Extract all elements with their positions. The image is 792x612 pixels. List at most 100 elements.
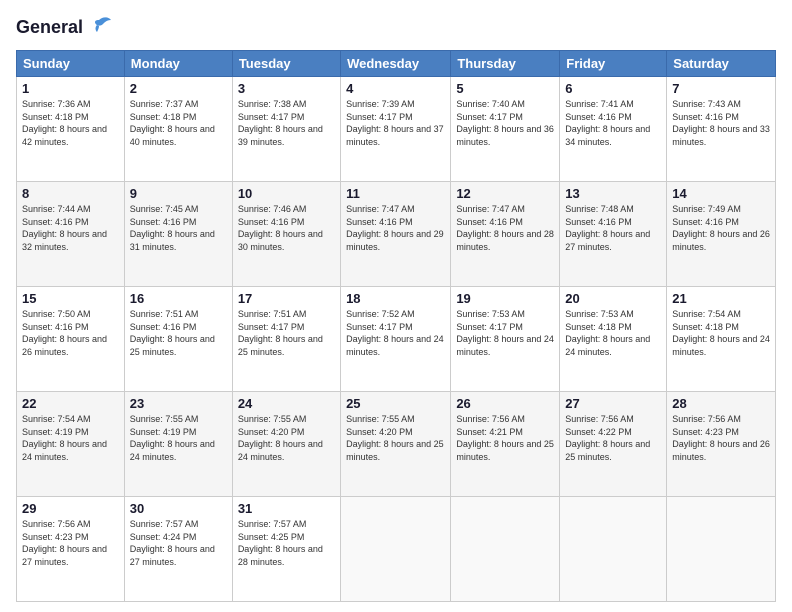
day-info: Sunrise: 7:50 AMSunset: 4:16 PMDaylight:… <box>22 309 107 357</box>
day-number: 24 <box>238 396 335 411</box>
table-row: 14 Sunrise: 7:49 AMSunset: 4:16 PMDaylig… <box>667 182 776 287</box>
table-row: 17 Sunrise: 7:51 AMSunset: 4:17 PMDaylig… <box>232 287 340 392</box>
day-number: 31 <box>238 501 335 516</box>
day-number: 30 <box>130 501 227 516</box>
table-row: 5 Sunrise: 7:40 AMSunset: 4:17 PMDayligh… <box>451 77 560 182</box>
day-info: Sunrise: 7:47 AMSunset: 4:16 PMDaylight:… <box>456 204 554 252</box>
table-row: 19 Sunrise: 7:53 AMSunset: 4:17 PMDaylig… <box>451 287 560 392</box>
day-info: Sunrise: 7:56 AMSunset: 4:23 PMDaylight:… <box>672 414 770 462</box>
table-row: 30 Sunrise: 7:57 AMSunset: 4:24 PMDaylig… <box>124 497 232 602</box>
day-info: Sunrise: 7:38 AMSunset: 4:17 PMDaylight:… <box>238 99 323 147</box>
col-saturday: Saturday <box>667 51 776 77</box>
day-number: 3 <box>238 81 335 96</box>
day-number: 23 <box>130 396 227 411</box>
day-info: Sunrise: 7:51 AMSunset: 4:16 PMDaylight:… <box>130 309 215 357</box>
calendar-week-row: 15 Sunrise: 7:50 AMSunset: 4:16 PMDaylig… <box>17 287 776 392</box>
table-row <box>341 497 451 602</box>
table-row: 13 Sunrise: 7:48 AMSunset: 4:16 PMDaylig… <box>560 182 667 287</box>
header: General <box>16 16 776 40</box>
day-info: Sunrise: 7:41 AMSunset: 4:16 PMDaylight:… <box>565 99 650 147</box>
day-info: Sunrise: 7:55 AMSunset: 4:20 PMDaylight:… <box>346 414 444 462</box>
calendar-header-row: Sunday Monday Tuesday Wednesday Thursday… <box>17 51 776 77</box>
day-number: 1 <box>22 81 119 96</box>
day-number: 27 <box>565 396 661 411</box>
table-row: 12 Sunrise: 7:47 AMSunset: 4:16 PMDaylig… <box>451 182 560 287</box>
table-row: 25 Sunrise: 7:55 AMSunset: 4:20 PMDaylig… <box>341 392 451 497</box>
day-info: Sunrise: 7:48 AMSunset: 4:16 PMDaylight:… <box>565 204 650 252</box>
day-number: 22 <box>22 396 119 411</box>
table-row: 3 Sunrise: 7:38 AMSunset: 4:17 PMDayligh… <box>232 77 340 182</box>
table-row: 6 Sunrise: 7:41 AMSunset: 4:16 PMDayligh… <box>560 77 667 182</box>
table-row: 11 Sunrise: 7:47 AMSunset: 4:16 PMDaylig… <box>341 182 451 287</box>
day-info: Sunrise: 7:57 AMSunset: 4:24 PMDaylight:… <box>130 519 215 567</box>
day-info: Sunrise: 7:54 AMSunset: 4:18 PMDaylight:… <box>672 309 770 357</box>
table-row <box>560 497 667 602</box>
table-row: 27 Sunrise: 7:56 AMSunset: 4:22 PMDaylig… <box>560 392 667 497</box>
day-info: Sunrise: 7:44 AMSunset: 4:16 PMDaylight:… <box>22 204 107 252</box>
day-number: 2 <box>130 81 227 96</box>
table-row: 24 Sunrise: 7:55 AMSunset: 4:20 PMDaylig… <box>232 392 340 497</box>
day-info: Sunrise: 7:37 AMSunset: 4:18 PMDaylight:… <box>130 99 215 147</box>
table-row: 21 Sunrise: 7:54 AMSunset: 4:18 PMDaylig… <box>667 287 776 392</box>
table-row: 22 Sunrise: 7:54 AMSunset: 4:19 PMDaylig… <box>17 392 125 497</box>
day-number: 29 <box>22 501 119 516</box>
day-info: Sunrise: 7:45 AMSunset: 4:16 PMDaylight:… <box>130 204 215 252</box>
table-row: 26 Sunrise: 7:56 AMSunset: 4:21 PMDaylig… <box>451 392 560 497</box>
table-row: 8 Sunrise: 7:44 AMSunset: 4:16 PMDayligh… <box>17 182 125 287</box>
table-row: 29 Sunrise: 7:56 AMSunset: 4:23 PMDaylig… <box>17 497 125 602</box>
day-info: Sunrise: 7:53 AMSunset: 4:17 PMDaylight:… <box>456 309 554 357</box>
table-row: 18 Sunrise: 7:52 AMSunset: 4:17 PMDaylig… <box>341 287 451 392</box>
day-number: 25 <box>346 396 445 411</box>
day-number: 16 <box>130 291 227 306</box>
table-row <box>667 497 776 602</box>
day-number: 13 <box>565 186 661 201</box>
day-number: 12 <box>456 186 554 201</box>
logo-text-general: General <box>16 18 83 38</box>
logo: General <box>16 16 113 40</box>
table-row: 1 Sunrise: 7:36 AMSunset: 4:18 PMDayligh… <box>17 77 125 182</box>
day-number: 4 <box>346 81 445 96</box>
day-info: Sunrise: 7:55 AMSunset: 4:20 PMDaylight:… <box>238 414 323 462</box>
day-info: Sunrise: 7:36 AMSunset: 4:18 PMDaylight:… <box>22 99 107 147</box>
day-number: 18 <box>346 291 445 306</box>
col-wednesday: Wednesday <box>341 51 451 77</box>
day-number: 14 <box>672 186 770 201</box>
col-tuesday: Tuesday <box>232 51 340 77</box>
col-monday: Monday <box>124 51 232 77</box>
day-info: Sunrise: 7:39 AMSunset: 4:17 PMDaylight:… <box>346 99 444 147</box>
table-row: 7 Sunrise: 7:43 AMSunset: 4:16 PMDayligh… <box>667 77 776 182</box>
col-sunday: Sunday <box>17 51 125 77</box>
table-row: 20 Sunrise: 7:53 AMSunset: 4:18 PMDaylig… <box>560 287 667 392</box>
day-info: Sunrise: 7:56 AMSunset: 4:22 PMDaylight:… <box>565 414 650 462</box>
day-info: Sunrise: 7:47 AMSunset: 4:16 PMDaylight:… <box>346 204 444 252</box>
table-row <box>451 497 560 602</box>
day-number: 10 <box>238 186 335 201</box>
calendar-week-row: 8 Sunrise: 7:44 AMSunset: 4:16 PMDayligh… <box>17 182 776 287</box>
day-info: Sunrise: 7:57 AMSunset: 4:25 PMDaylight:… <box>238 519 323 567</box>
day-info: Sunrise: 7:56 AMSunset: 4:21 PMDaylight:… <box>456 414 554 462</box>
table-row: 4 Sunrise: 7:39 AMSunset: 4:17 PMDayligh… <box>341 77 451 182</box>
day-info: Sunrise: 7:51 AMSunset: 4:17 PMDaylight:… <box>238 309 323 357</box>
day-number: 28 <box>672 396 770 411</box>
day-info: Sunrise: 7:53 AMSunset: 4:18 PMDaylight:… <box>565 309 650 357</box>
table-row: 28 Sunrise: 7:56 AMSunset: 4:23 PMDaylig… <box>667 392 776 497</box>
day-number: 15 <box>22 291 119 306</box>
table-row: 9 Sunrise: 7:45 AMSunset: 4:16 PMDayligh… <box>124 182 232 287</box>
day-number: 26 <box>456 396 554 411</box>
day-info: Sunrise: 7:52 AMSunset: 4:17 PMDaylight:… <box>346 309 444 357</box>
table-row: 10 Sunrise: 7:46 AMSunset: 4:16 PMDaylig… <box>232 182 340 287</box>
day-info: Sunrise: 7:55 AMSunset: 4:19 PMDaylight:… <box>130 414 215 462</box>
day-info: Sunrise: 7:43 AMSunset: 4:16 PMDaylight:… <box>672 99 770 147</box>
day-info: Sunrise: 7:46 AMSunset: 4:16 PMDaylight:… <box>238 204 323 252</box>
day-number: 5 <box>456 81 554 96</box>
calendar-week-row: 22 Sunrise: 7:54 AMSunset: 4:19 PMDaylig… <box>17 392 776 497</box>
day-info: Sunrise: 7:56 AMSunset: 4:23 PMDaylight:… <box>22 519 107 567</box>
col-friday: Friday <box>560 51 667 77</box>
table-row: 16 Sunrise: 7:51 AMSunset: 4:16 PMDaylig… <box>124 287 232 392</box>
day-number: 9 <box>130 186 227 201</box>
day-number: 7 <box>672 81 770 96</box>
calendar-week-row: 29 Sunrise: 7:56 AMSunset: 4:23 PMDaylig… <box>17 497 776 602</box>
table-row: 31 Sunrise: 7:57 AMSunset: 4:25 PMDaylig… <box>232 497 340 602</box>
day-number: 19 <box>456 291 554 306</box>
day-number: 11 <box>346 186 445 201</box>
